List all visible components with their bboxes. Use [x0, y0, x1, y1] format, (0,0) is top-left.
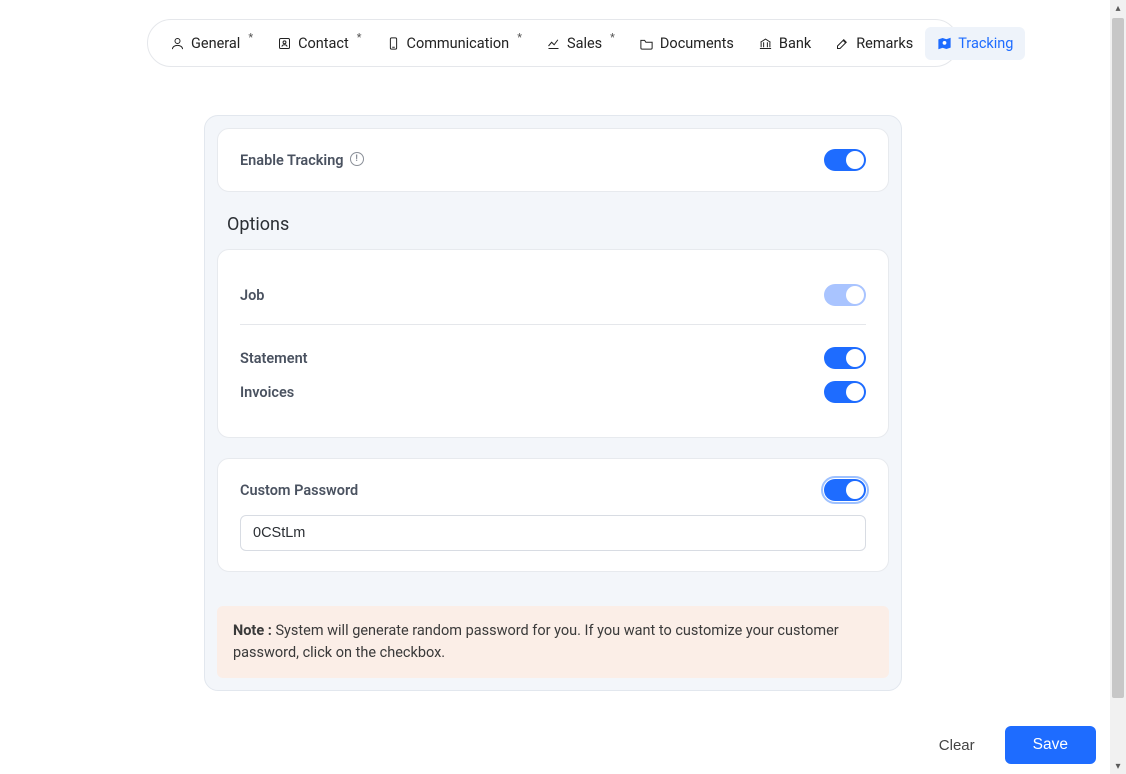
scroll-thumb[interactable] [1112, 18, 1124, 698]
bank-icon [758, 36, 773, 51]
option-job-toggle[interactable] [824, 284, 866, 306]
tab-label: Documents [660, 35, 734, 52]
enable-tracking-label: Enable Tracking [240, 152, 344, 169]
tab-sales[interactable]: Sales * [534, 27, 627, 60]
tab-documents[interactable]: Documents [627, 27, 746, 60]
option-invoices-label: Invoices [240, 384, 294, 401]
enable-tracking-toggle[interactable] [824, 149, 866, 171]
chart-icon [546, 36, 561, 51]
user-icon [170, 36, 185, 51]
note-text: System will generate random password for… [233, 622, 839, 661]
options-title: Options [227, 214, 889, 235]
option-statement-toggle[interactable] [824, 347, 866, 369]
divider [240, 324, 866, 325]
phone-icon [386, 36, 401, 51]
custom-password-input[interactable] [240, 515, 866, 551]
tab-remarks[interactable]: Remarks [823, 27, 925, 60]
folder-icon [639, 36, 654, 51]
asterisk-icon: * [517, 31, 522, 44]
tab-communication[interactable]: Communication * [374, 27, 534, 60]
custom-password-toggle[interactable] [824, 479, 866, 501]
enable-tracking-card: Enable Tracking ! [217, 128, 889, 192]
save-button[interactable]: Save [1005, 726, 1096, 764]
asterisk-icon: * [248, 31, 253, 44]
options-card: Job Statement Invoices [217, 249, 889, 438]
tab-bank[interactable]: Bank [746, 27, 823, 60]
note-banner: Note : System will generate random passw… [217, 606, 889, 678]
tab-tracking[interactable]: Tracking [925, 27, 1025, 60]
asterisk-icon: * [610, 31, 615, 44]
tab-contact[interactable]: Contact * [265, 27, 373, 60]
map-pin-icon [937, 36, 952, 51]
tab-label: Communication [407, 35, 510, 52]
tab-label: Sales [567, 35, 602, 52]
scroll-down-icon[interactable]: ▾ [1110, 758, 1126, 774]
option-statement-label: Statement [240, 350, 308, 367]
custom-password-card: Custom Password [217, 458, 889, 572]
info-icon[interactable]: ! [350, 152, 364, 166]
clear-button[interactable]: Clear [927, 729, 987, 762]
vertical-scrollbar[interactable]: ▴ ▾ [1110, 0, 1126, 774]
tab-label: Bank [779, 35, 811, 52]
asterisk-icon: * [357, 31, 362, 44]
scroll-up-icon[interactable]: ▴ [1110, 0, 1126, 16]
option-invoices-toggle[interactable] [824, 381, 866, 403]
note-prefix: Note : [233, 622, 272, 639]
tracking-panel: Enable Tracking ! Options Job Statement … [204, 115, 902, 691]
tab-label: General [191, 35, 240, 52]
tab-label: Contact [298, 35, 349, 52]
custom-password-label: Custom Password [240, 482, 358, 499]
tab-label: Remarks [856, 35, 913, 52]
footer: Clear Save [0, 726, 1110, 764]
edit-icon [835, 36, 850, 51]
tab-bar: General* Contact* Communication* Sales* … [147, 19, 959, 67]
tab-label: Tracking [958, 35, 1013, 52]
tab-general[interactable]: General * [158, 27, 265, 60]
option-job-label: Job [240, 287, 264, 304]
id-card-icon [277, 36, 292, 51]
